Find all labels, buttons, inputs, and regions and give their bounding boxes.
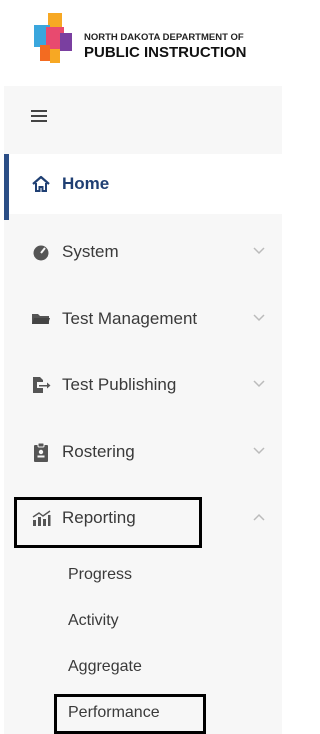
chevron-down-icon[interactable] xyxy=(252,313,266,323)
sidebar-item-label: Test Management xyxy=(62,309,198,328)
sidebar-item-home[interactable]: Home xyxy=(4,154,282,220)
hamburger-icon[interactable] xyxy=(31,110,47,122)
clipboard-icon xyxy=(30,442,52,462)
submenu-item-progress[interactable]: Progress xyxy=(68,566,132,584)
sidebar-item-label: Home xyxy=(62,174,110,193)
page: NORTH DAKOTA DEPARTMENT OF PUBLIC INSTRU… xyxy=(0,0,282,734)
folder-icon xyxy=(30,310,52,328)
chevron-down-icon[interactable] xyxy=(252,446,266,456)
chevron-down-icon[interactable] xyxy=(252,379,266,389)
sidebar-item-label: System xyxy=(62,242,119,261)
chevron-up-icon[interactable] xyxy=(252,512,266,522)
sidebar-item-system[interactable]: System xyxy=(4,222,282,282)
reporting-highlight-box xyxy=(14,497,202,548)
submenu-item-aggregate[interactable]: Aggregate xyxy=(68,658,142,676)
gauge-icon xyxy=(30,243,52,261)
sidebar-item-test-management[interactable]: Test Management xyxy=(4,289,282,349)
logo-text: NORTH DAKOTA DEPARTMENT OF PUBLIC INSTRU… xyxy=(84,32,247,61)
sidebar-item-rostering[interactable]: Rostering xyxy=(4,422,282,482)
sidebar-item-label: Rostering xyxy=(62,442,135,461)
chevron-down-icon[interactable] xyxy=(252,246,266,256)
home-icon xyxy=(30,175,52,193)
logo-line-1: NORTH DAKOTA DEPARTMENT OF xyxy=(84,32,244,43)
sidebar-item-test-publishing[interactable]: Test Publishing xyxy=(4,355,282,415)
logo-mark-icon xyxy=(34,13,72,63)
sidebar-item-label: Test Publishing xyxy=(62,375,177,394)
active-indicator xyxy=(4,154,9,220)
sidebar: Home System Test Management Test Publish… xyxy=(4,86,282,734)
ndpi-logo[interactable]: NORTH DAKOTA DEPARTMENT OF PUBLIC INSTRU… xyxy=(32,13,272,73)
publish-icon xyxy=(30,376,52,394)
submenu-item-activity[interactable]: Activity xyxy=(68,612,119,630)
performance-highlight-box xyxy=(54,694,206,734)
logo-line-2: PUBLIC INSTRUCTION xyxy=(84,43,247,61)
